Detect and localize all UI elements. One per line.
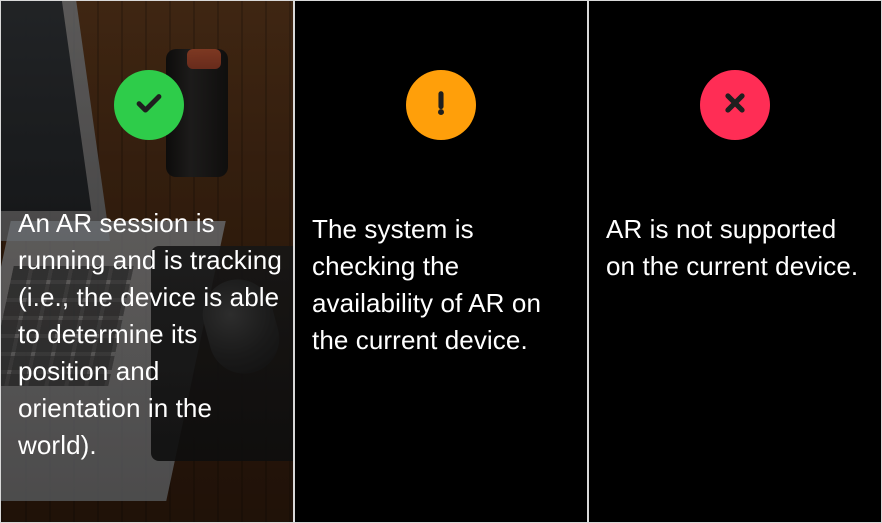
panel-ar-checking: The system is checking the availability … [295,1,587,522]
success-badge [114,70,184,140]
checkmark-icon [132,86,166,125]
panel-ar-unsupported: AR is not supported on the current devic… [589,1,881,522]
panel-caption: The system is checking the availability … [312,214,542,355]
close-icon [718,86,752,125]
exclamation-icon [424,86,458,125]
panel-caption: AR is not supported on the current devic… [606,214,859,281]
panel-ar-tracking: An AR session is running and is tracking… [1,1,293,522]
panel-caption: An AR session is running and is tracking… [18,208,282,460]
warning-badge [406,70,476,140]
error-badge [700,70,770,140]
ar-status-panels: An AR session is running and is tracking… [0,0,882,523]
